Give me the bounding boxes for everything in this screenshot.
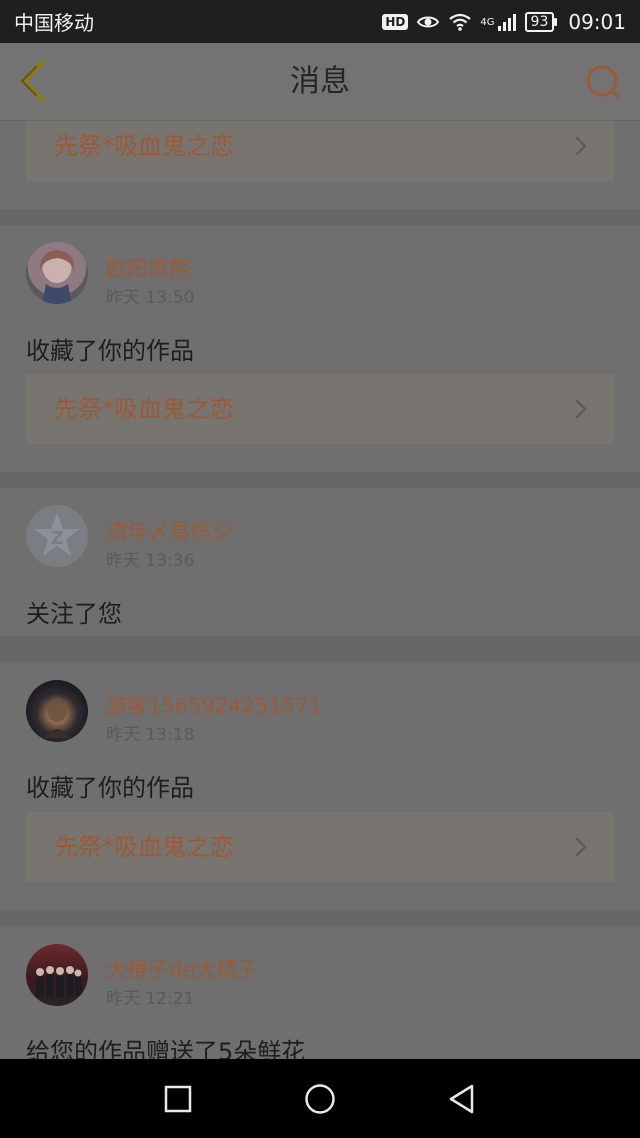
work-title: 先祭*吸血鬼之恋 bbox=[54, 833, 234, 861]
list-item[interactable]: 欧阳岚熙 昨天 13:50 收藏了你的作品 先祭*吸血鬼之恋 bbox=[0, 225, 640, 472]
action-text: 给您的作品赠送了5朵鲜花 bbox=[26, 1038, 306, 1059]
work-link[interactable]: 先祭*吸血鬼之恋 bbox=[26, 374, 614, 444]
page-title: 消息 bbox=[290, 64, 350, 99]
message-list[interactable]: 先祭*吸血鬼之恋 欧阳岚熙 昨天 13:50 收藏了你的作品 先祭*吸血鬼之恋 bbox=[0, 121, 640, 1059]
status-icons: HD 4G 93 09:01 bbox=[382, 10, 626, 34]
network-type-label: 4G bbox=[480, 16, 495, 28]
action-text: 收藏了你的作品 bbox=[26, 774, 194, 802]
divider bbox=[0, 209, 640, 225]
eye-icon bbox=[416, 12, 440, 32]
avatar[interactable] bbox=[26, 242, 88, 304]
square-icon bbox=[164, 1085, 192, 1113]
nav-bar: 消息 bbox=[0, 43, 640, 121]
status-bar: 中国移动 HD 4G 93 09:01 bbox=[0, 0, 640, 43]
default-avatar-star-icon: Z bbox=[34, 513, 80, 556]
username[interactable]: 游客1565924251571 bbox=[106, 690, 322, 720]
chevron-right-icon bbox=[575, 837, 587, 857]
timestamp: 昨天 13:18 bbox=[106, 725, 195, 745]
chevron-right-icon bbox=[575, 136, 587, 156]
action-text: 关注了您 bbox=[26, 600, 122, 628]
triangle-back-icon bbox=[449, 1084, 474, 1114]
clock: 09:01 bbox=[568, 9, 626, 34]
action-text: 收藏了你的作品 bbox=[26, 337, 194, 365]
avatar[interactable]: Z bbox=[26, 505, 88, 567]
work-link[interactable]: 先祭*吸血鬼之恋 bbox=[26, 812, 614, 882]
svg-text:Z: Z bbox=[50, 528, 63, 549]
chevron-right-icon bbox=[575, 399, 587, 419]
avatar-group-photo-icon bbox=[36, 966, 82, 997]
list-item[interactable]: Z 流年〆易伤ジ 昨天 13:36 关注了您 bbox=[0, 488, 640, 636]
divider bbox=[0, 472, 640, 488]
hd-icon: HD bbox=[382, 13, 409, 30]
avatar[interactable] bbox=[26, 944, 88, 1006]
list-item[interactable]: 游客1565924251571 昨天 13:18 收藏了你的作品 先祭*吸血鬼之… bbox=[0, 662, 640, 910]
search-icon bbox=[586, 65, 620, 99]
signal-icon bbox=[497, 12, 517, 32]
username[interactable]: 欧阳岚熙 bbox=[106, 253, 190, 283]
search-button[interactable] bbox=[584, 63, 624, 103]
circle-icon bbox=[305, 1084, 335, 1114]
username[interactable]: 流年〆易伤ジ bbox=[106, 516, 232, 546]
battery-icon: 93 bbox=[524, 11, 558, 32]
wifi-icon bbox=[448, 12, 472, 32]
work-title: 先祭*吸血鬼之恋 bbox=[54, 132, 234, 160]
screen: 中国移动 HD 4G 93 09:01 消息 先祭*吸血鬼之恋 欧阳岚熙 昨天 … bbox=[0, 0, 640, 1138]
carrier-label: 中国移动 bbox=[14, 11, 94, 35]
divider bbox=[0, 910, 640, 926]
divider bbox=[0, 636, 640, 662]
home-button[interactable] bbox=[302, 1081, 338, 1117]
battery-level: 93 bbox=[530, 13, 549, 30]
system-back-button[interactable] bbox=[444, 1081, 480, 1117]
timestamp: 昨天 13:36 bbox=[106, 551, 195, 571]
work-link[interactable]: 先祭*吸血鬼之恋 bbox=[26, 121, 614, 181]
timestamp: 昨天 13:50 bbox=[106, 288, 195, 308]
avatar[interactable] bbox=[26, 680, 88, 742]
timestamp: 昨天 12:21 bbox=[106, 989, 195, 1009]
list-item[interactable]: 大橙子de大橘子 昨天 12:21 给您的作品赠送了5朵鲜花 bbox=[0, 926, 640, 1059]
work-title: 先祭*吸血鬼之恋 bbox=[54, 395, 234, 423]
list-item: 先祭*吸血鬼之恋 bbox=[0, 121, 640, 209]
avatar-dark-figure-icon bbox=[44, 698, 70, 738]
username[interactable]: 大橙子de大橘子 bbox=[106, 954, 258, 984]
system-nav-bar bbox=[0, 1059, 640, 1138]
avatar-anime-girl-icon bbox=[39, 250, 75, 304]
recent-apps-button[interactable] bbox=[160, 1081, 196, 1117]
